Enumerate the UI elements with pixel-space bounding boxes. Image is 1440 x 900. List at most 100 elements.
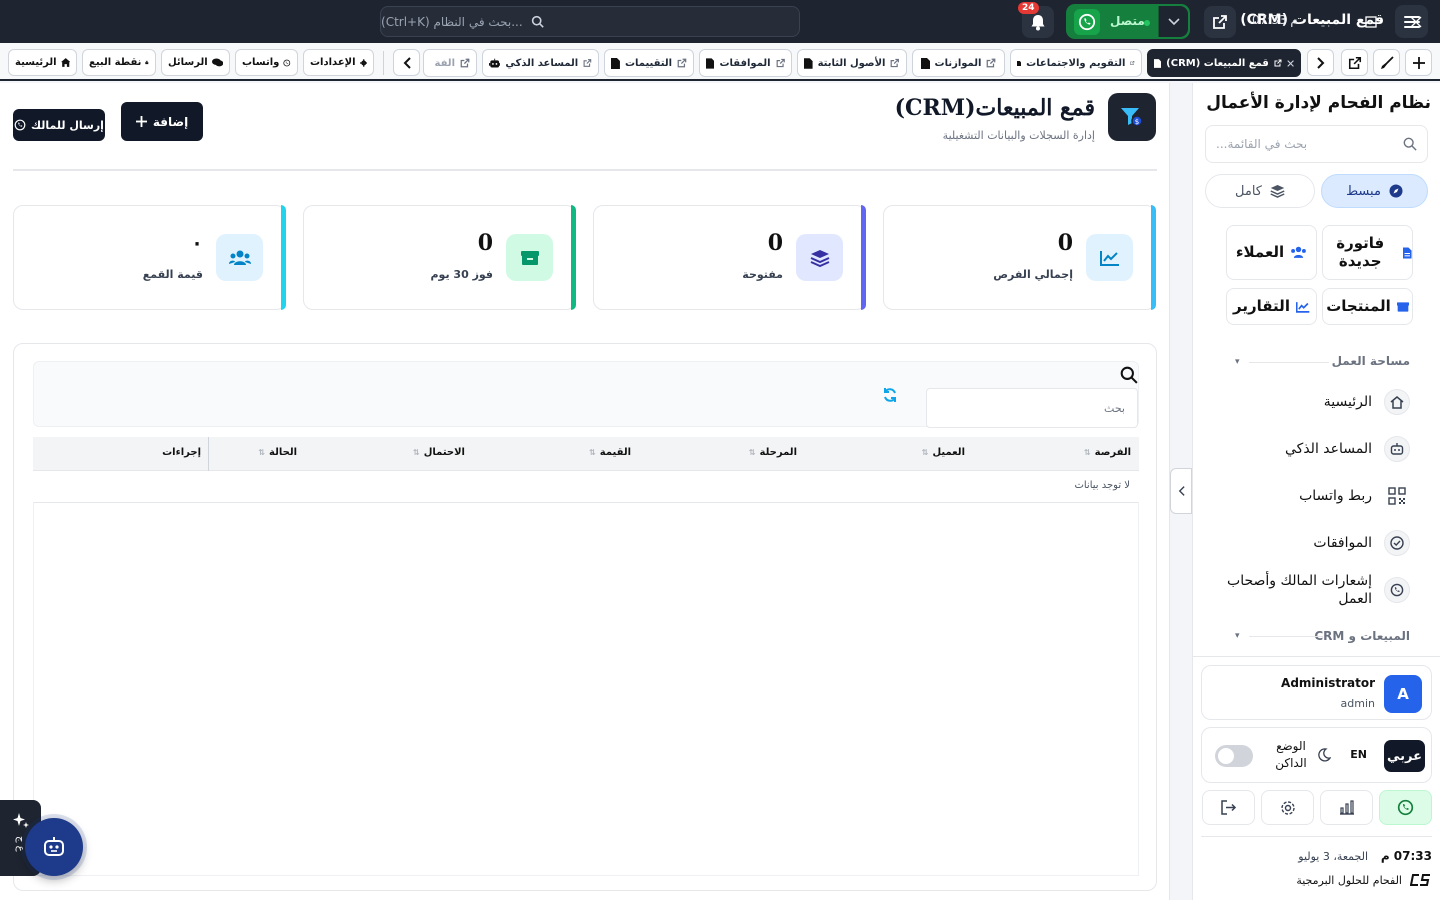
clean-tabs-button[interactable] (1373, 49, 1400, 76)
quick-pos-button[interactable]: نقطة البيع (82, 49, 156, 76)
ai-assistant-fab[interactable] (25, 818, 83, 876)
layers-icon (796, 234, 843, 281)
column-header-probability[interactable]: الاحتمال ⇅ (413, 447, 465, 458)
section-header-workspace[interactable]: مساحة العمل (1332, 354, 1410, 368)
column-header-status[interactable]: الحالة ⇅ (258, 447, 297, 458)
table-search-input[interactable]: بحث (926, 388, 1138, 428)
stat-card-open: 0 مفتوحة (593, 205, 866, 310)
refresh-icon[interactable] (882, 387, 898, 403)
tab-approvals[interactable]: الموافقات (699, 49, 792, 77)
tabs-scroll-right-button[interactable] (1307, 49, 1334, 76)
stat-label: قيمة القمع (142, 268, 203, 281)
notifications-button[interactable]: 24 (1018, 2, 1054, 38)
quick-messages-button[interactable]: الرسائل (161, 49, 230, 76)
quick-action-label: التقارير (1233, 296, 1290, 315)
tab-ai-assistant[interactable]: المساعد الذكي (482, 49, 599, 77)
settings-action-button[interactable] (1261, 790, 1314, 825)
stat-accent-bar (281, 205, 286, 310)
sidebar-date: الجمعة، 3 يوليو (1298, 850, 1368, 863)
tab-calendar-meetings[interactable]: التقويم والاجتماعات (1010, 49, 1142, 77)
whatsapp-icon (283, 59, 291, 66)
tab-fixed-assets[interactable]: الأصول الثابتة (797, 49, 907, 77)
reports-action-button[interactable] (1320, 790, 1373, 825)
chevron-down-icon[interactable]: ▾ (1235, 631, 1240, 641)
comments-icon (211, 58, 223, 67)
tab-detach-button[interactable] (1341, 49, 1368, 76)
language-english-button[interactable]: EN (1350, 748, 1367, 761)
sidebar-clock: 07:33 م (1380, 849, 1432, 863)
sidebar-item-whatsapp-link[interactable]: ربط واتساب (1299, 483, 1410, 509)
box-icon (1396, 301, 1409, 312)
chevron-down-icon[interactable]: ▾ (1235, 357, 1240, 367)
maximize-button[interactable] (1358, 9, 1384, 35)
dark-mode-toggle[interactable] (1215, 745, 1253, 767)
tab-evaluations[interactable]: التقييمات (604, 49, 694, 77)
users-icon (1291, 246, 1307, 258)
table-body (33, 502, 1139, 876)
column-header-opportunity[interactable]: الفرصة ⇅ (1084, 447, 1131, 458)
robot-icon (1384, 436, 1410, 462)
close-button[interactable] (1403, 9, 1429, 35)
chart-line-icon (1295, 301, 1310, 313)
mode-simple-toggle[interactable]: مبسط (1321, 174, 1428, 208)
sidebar-search-input[interactable]: بحث في القائمة... (1205, 125, 1428, 163)
quick-home-button[interactable]: الرئيسية (8, 49, 77, 76)
quick-action-label: العملاء (1235, 242, 1285, 261)
section-header-sales-crm[interactable]: المبيعات و CRM (1314, 629, 1410, 643)
whatsapp-action-button[interactable] (1379, 790, 1432, 825)
external-link-icon (677, 58, 687, 68)
column-header-client[interactable]: العميل ⇅ (922, 447, 965, 458)
search-icon[interactable] (1120, 366, 1138, 384)
global-search-input[interactable]: ...بحث في النظام (Ctrl+K) (380, 6, 800, 37)
quick-action-reports[interactable]: التقارير (1226, 288, 1317, 325)
sidebar-item-ai-assistant[interactable]: المساعد الذكي (1285, 436, 1410, 462)
new-tab-button[interactable] (1405, 49, 1432, 76)
external-link-icon (1274, 59, 1282, 67)
column-header-stage[interactable]: المرحلة ⇅ (749, 447, 797, 458)
page-title: قمع المبيعات(CRM) (894, 95, 1095, 121)
tab-partial[interactable]: الفة (423, 49, 477, 77)
language-arabic-button[interactable]: عربي (1384, 740, 1425, 772)
external-link-icon (987, 58, 996, 68)
open-external-button[interactable] (1204, 6, 1236, 38)
quick-whatsapp-button[interactable]: واتساب (235, 49, 298, 76)
whatsapp-dropdown-button[interactable] (1158, 6, 1188, 37)
external-link-icon (460, 58, 470, 68)
whatsapp-status-widget[interactable]: متصل (1066, 4, 1190, 39)
column-header-actions: إجراءات (162, 447, 201, 458)
logout-action-button[interactable] (1202, 790, 1255, 825)
empty-table-message: لا توجد بيانات (1074, 480, 1130, 491)
send-to-owner-button[interactable]: إرسال للمالك (13, 109, 105, 141)
quick-action-new-invoice[interactable]: فاتورة جديدة (1322, 225, 1413, 280)
stat-value: 0 (477, 230, 493, 256)
tab-crm-funnel[interactable]: قمع المبيعات (CRM) (1147, 49, 1301, 77)
sidebar-item-owner-notifications[interactable]: إشعارات المالك وأصحاب العمل (1222, 572, 1410, 608)
mode-full-toggle[interactable]: كامل (1205, 174, 1315, 208)
quick-action-clients[interactable]: العملاء (1226, 225, 1317, 280)
tab-budgets[interactable]: الموازنات (912, 49, 1005, 77)
close-icon (1410, 16, 1422, 28)
minimize-button[interactable] (1311, 9, 1337, 35)
stat-label: مفتوحة (742, 268, 783, 281)
whatsapp-status-text: متصل (1110, 14, 1145, 28)
plus-icon (1412, 56, 1425, 69)
file-invoice-icon (1403, 247, 1412, 258)
sidebar-item-approvals[interactable]: الموافقات (1313, 530, 1410, 556)
funnel-icon: $ (1108, 93, 1156, 141)
quick-home-label: الرئيسية (15, 57, 57, 68)
quick-settings-button[interactable]: الإعدادات (303, 49, 374, 76)
add-button[interactable]: إضافة (121, 102, 203, 141)
user-card[interactable]: A Administrator admin (1201, 665, 1432, 720)
minimize-icon (1319, 21, 1329, 23)
brand-name: الفحام للحلول البرمجية (1296, 873, 1402, 887)
tabs-scroll-left-button[interactable] (393, 49, 420, 76)
sort-icon: ⇅ (589, 448, 596, 457)
sidebar-collapse-button[interactable] (1170, 468, 1192, 514)
column-header-value[interactable]: القيمة ⇅ (589, 447, 631, 458)
table-toolbar: بحث (33, 361, 1139, 428)
close-icon[interactable] (1287, 59, 1294, 68)
sort-icon: ⇅ (1083, 448, 1091, 457)
quick-action-products[interactable]: المنتجات (1322, 288, 1413, 325)
tab-label: الأصول الثابتة (817, 57, 886, 69)
sidebar-item-home[interactable]: الرئيسية (1324, 389, 1410, 415)
